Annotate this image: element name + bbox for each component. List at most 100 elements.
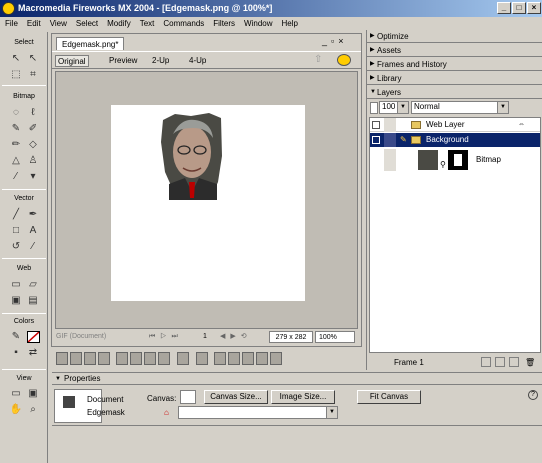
- opacity-dropdown[interactable]: 100 ▼: [379, 101, 409, 114]
- show-slices-icon[interactable]: ▤: [26, 294, 40, 308]
- frame-selector[interactable]: Frame 1: [394, 356, 424, 369]
- fit-canvas-button[interactable]: Fit Canvas: [357, 390, 421, 404]
- swap-colors-icon[interactable]: ⇄: [26, 346, 40, 360]
- canvas-size-button[interactable]: Canvas Size...: [204, 390, 268, 404]
- eye-icon[interactable]: [384, 133, 396, 147]
- menu-commands[interactable]: Commands: [163, 17, 204, 30]
- collapse-box-icon[interactable]: [372, 121, 380, 129]
- pointer-tool-icon[interactable]: ↖: [9, 52, 23, 66]
- eye-icon[interactable]: [384, 118, 396, 132]
- quick-export-icon[interactable]: [337, 54, 351, 66]
- canvas[interactable]: [111, 105, 305, 301]
- help-icon[interactable]: ?: [528, 390, 538, 400]
- hand-tool-icon[interactable]: ✋: [9, 403, 23, 417]
- freeform-tool-icon[interactable]: ↺: [9, 240, 23, 254]
- blend-mode-dropdown[interactable]: Normal ▼: [411, 101, 509, 114]
- new-subLayer-icon[interactable]: [481, 357, 491, 367]
- pencil-tool-icon[interactable]: ✏: [9, 138, 23, 152]
- lasso-tool-icon[interactable]: ℓ: [26, 106, 40, 120]
- menu-text[interactable]: Text: [140, 17, 155, 30]
- export-preview-icon[interactable]: ⇧: [314, 54, 322, 65]
- knife-tool-icon[interactable]: ⁄: [26, 240, 40, 254]
- paint-bucket-icon[interactable]: ▾: [26, 170, 40, 184]
- new-bitmap-icon[interactable]: [509, 357, 519, 367]
- fill-color-swatch[interactable]: [27, 331, 40, 343]
- distribute-w-icon[interactable]: [158, 352, 170, 365]
- flip-v-icon[interactable]: [228, 352, 240, 365]
- flip-h-icon[interactable]: [214, 352, 226, 365]
- trash-icon[interactable]: 🗑: [525, 356, 535, 369]
- scale-tool-icon[interactable]: ⬚: [9, 68, 23, 82]
- maximize-button[interactable]: □: [512, 2, 526, 14]
- close-button[interactable]: ×: [527, 2, 541, 14]
- menu-view[interactable]: View: [50, 17, 67, 30]
- eye-icon[interactable]: [384, 149, 396, 171]
- menu-file[interactable]: File: [5, 17, 18, 30]
- tab-4-up[interactable]: 4-Up: [189, 55, 206, 67]
- panel-assets-header[interactable]: ▶ Assets: [367, 44, 542, 57]
- magic-wand-icon[interactable]: ✎: [9, 122, 23, 136]
- image-size-button[interactable]: Image Size...: [271, 390, 335, 404]
- menu-window[interactable]: Window: [244, 17, 272, 30]
- rotate-icon[interactable]: [242, 352, 254, 365]
- panel-library-header[interactable]: ▶ Library: [367, 72, 542, 85]
- layer-row-background[interactable]: ✎ Background: [370, 133, 540, 147]
- hide-slices-icon[interactable]: ▣: [9, 294, 23, 308]
- distribute-h-icon[interactable]: [130, 352, 142, 365]
- tab-preview[interactable]: Preview: [107, 55, 137, 67]
- eyedropper-icon[interactable]: ⁄: [9, 170, 23, 184]
- palette-dropdown[interactable]: ▼: [178, 406, 338, 419]
- panel-optimize-header[interactable]: ▶ Optimize: [367, 30, 542, 43]
- align-center-icon[interactable]: [84, 352, 96, 365]
- panel-frames-header[interactable]: ▶ Frames and History: [367, 58, 542, 71]
- line-tool-icon[interactable]: ╱: [9, 208, 23, 222]
- text-tool-icon[interactable]: A: [26, 224, 40, 238]
- blur-tool-icon[interactable]: △: [9, 154, 23, 168]
- panel-layers-header[interactable]: ▼ Layers: [367, 86, 542, 99]
- collapse-box-icon[interactable]: [372, 136, 380, 144]
- brush-tool-icon[interactable]: ✐: [26, 122, 40, 136]
- grid-toggle-icon[interactable]: [56, 352, 68, 365]
- rotate-ccw-icon[interactable]: [256, 352, 268, 365]
- eraser-tool-icon[interactable]: ◇: [26, 138, 40, 152]
- align-left-icon[interactable]: [70, 352, 82, 365]
- align-right-icon[interactable]: [98, 352, 110, 365]
- rectangle-tool-icon[interactable]: □: [9, 224, 23, 238]
- tab-original[interactable]: Original: [55, 55, 89, 67]
- stroke-color-icon[interactable]: ✎: [9, 330, 23, 344]
- share-layer-icon[interactable]: ⇔: [518, 118, 525, 132]
- new-layer-icon[interactable]: [495, 357, 505, 367]
- menu-edit[interactable]: Edit: [27, 17, 41, 30]
- mask-link-icon[interactable]: ⚲: [440, 154, 446, 176]
- pen-tool-icon[interactable]: ✒: [26, 208, 40, 222]
- properties-header[interactable]: ▼ Properties: [52, 373, 542, 385]
- fullscreen-menus-icon[interactable]: ▣: [26, 387, 40, 401]
- doc-window-controls[interactable]: _▫×: [322, 36, 347, 46]
- layer-row-bitmap[interactable]: ⚲ Bitmap: [370, 149, 540, 171]
- menu-help[interactable]: Help: [282, 17, 298, 30]
- group-icon[interactable]: [177, 352, 189, 365]
- default-colors-icon[interactable]: ▪: [9, 346, 23, 360]
- standard-screen-icon[interactable]: ▭: [9, 387, 23, 401]
- menu-filters[interactable]: Filters: [213, 17, 235, 30]
- portrait-bitmap[interactable]: [161, 112, 223, 200]
- menu-select[interactable]: Select: [76, 17, 98, 30]
- distribute-icon[interactable]: [116, 352, 128, 365]
- arrange-icon[interactable]: [196, 352, 208, 365]
- zoom-tool-icon[interactable]: ⌕: [26, 403, 40, 417]
- distribute-v-icon[interactable]: [144, 352, 156, 365]
- zoom-dropdown[interactable]: 100%: [315, 331, 355, 343]
- menu-modify[interactable]: Modify: [107, 17, 131, 30]
- rubber-stamp-icon[interactable]: ♙: [26, 154, 40, 168]
- slice-tool-icon[interactable]: ▱: [26, 278, 40, 292]
- crop-tool-icon[interactable]: ⌗: [26, 68, 40, 82]
- tab-2-up[interactable]: 2-Up: [152, 55, 169, 67]
- minimize-button[interactable]: _: [497, 2, 511, 14]
- subselect-tool-icon[interactable]: ↖: [26, 52, 40, 66]
- transform-icon[interactable]: [270, 352, 282, 365]
- frame-nav-controls[interactable]: ◀▶⟲: [220, 330, 252, 344]
- document-tab[interactable]: Edgemask.png*: [56, 37, 125, 50]
- canvas-color-swatch[interactable]: [180, 390, 196, 404]
- marquee-tool-icon[interactable]: ◌: [9, 106, 23, 120]
- layer-row-web[interactable]: Web Layer ⇔: [370, 118, 540, 132]
